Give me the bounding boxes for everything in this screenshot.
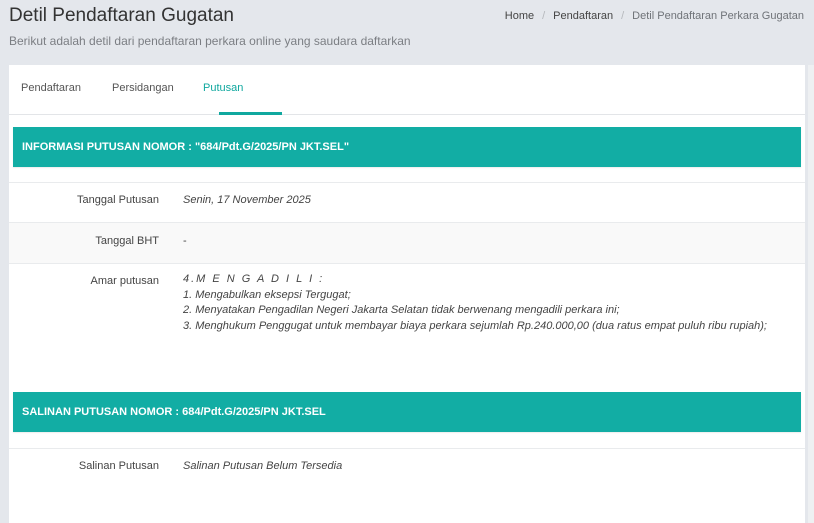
page-subtitle: Berikut adalah detil dari pendaftaran pe… — [9, 34, 411, 48]
salinan-putusan-label: Salinan Putusan — [78, 460, 159, 472]
amar-line: 1. Mengabulkan eksepsi Tergugat; — [183, 288, 351, 301]
tab-pendaftaran[interactable]: Pendaftaran — [21, 82, 81, 94]
tab-putusan[interactable]: Putusan — [203, 82, 243, 94]
page-title: Detil Pendaftaran Gugatan — [9, 5, 234, 26]
row-salinan-putusan: Salinan Putusan Salinan Putusan Belum Te… — [9, 448, 805, 488]
page-scrollbar[interactable] — [808, 65, 814, 523]
breadcrumb-separator: / — [542, 10, 546, 22]
row-tanggal-bht: Tanggal BHT - — [9, 222, 805, 263]
page-header: Detil Pendaftaran Gugatan Berikut adalah… — [0, 0, 814, 64]
detail-card: Pendaftaran Persidangan Putusan INFORMAS… — [9, 65, 805, 523]
tanggal-putusan-value: Senin, 17 November 2025 — [183, 194, 311, 206]
row-amar-putusan: Amar putusan 4.M E N G A D I L I : 1. Me… — [9, 263, 805, 373]
tanggal-bht-value: - — [183, 235, 187, 247]
amar-line: 4.M E N G A D I L I : — [183, 273, 325, 285]
breadcrumb-pendaftaran[interactable]: Pendaftaran — [553, 10, 613, 22]
salinan-section-header: SALINAN PUTUSAN NOMOR : 684/Pdt.G/2025/P… — [13, 392, 801, 432]
breadcrumb: Home / Pendaftaran / Detil Pendaftaran P… — [505, 10, 804, 22]
row-tanggal-putusan: Tanggal Putusan Senin, 17 November 2025 — [9, 182, 805, 222]
tab-bar: Pendaftaran Persidangan Putusan — [9, 65, 805, 115]
amar-putusan-label: Amar putusan — [90, 275, 159, 287]
putusan-section-header: INFORMASI PUTUSAN NOMOR : "684/Pdt.G/202… — [13, 127, 801, 167]
tab-active-indicator — [219, 112, 282, 115]
tab-persidangan[interactable]: Persidangan — [112, 82, 174, 94]
tanggal-putusan-label: Tanggal Putusan — [77, 194, 159, 206]
tanggal-bht-label: Tanggal BHT — [95, 235, 159, 247]
amar-line: 3. Menghukum Penggugat untuk membayar bi… — [183, 319, 767, 332]
breadcrumb-current: Detil Pendaftaran Perkara Gugatan — [632, 10, 804, 22]
breadcrumb-home[interactable]: Home — [505, 10, 534, 22]
breadcrumb-separator: / — [621, 10, 625, 22]
salinan-putusan-value: Salinan Putusan Belum Tersedia — [183, 460, 343, 472]
amar-line: 2. Menyatakan Pengadilan Negeri Jakarta … — [183, 304, 620, 316]
amar-putusan-value: 4.M E N G A D I L I : 1. Mengabulkan eks… — [183, 272, 767, 334]
